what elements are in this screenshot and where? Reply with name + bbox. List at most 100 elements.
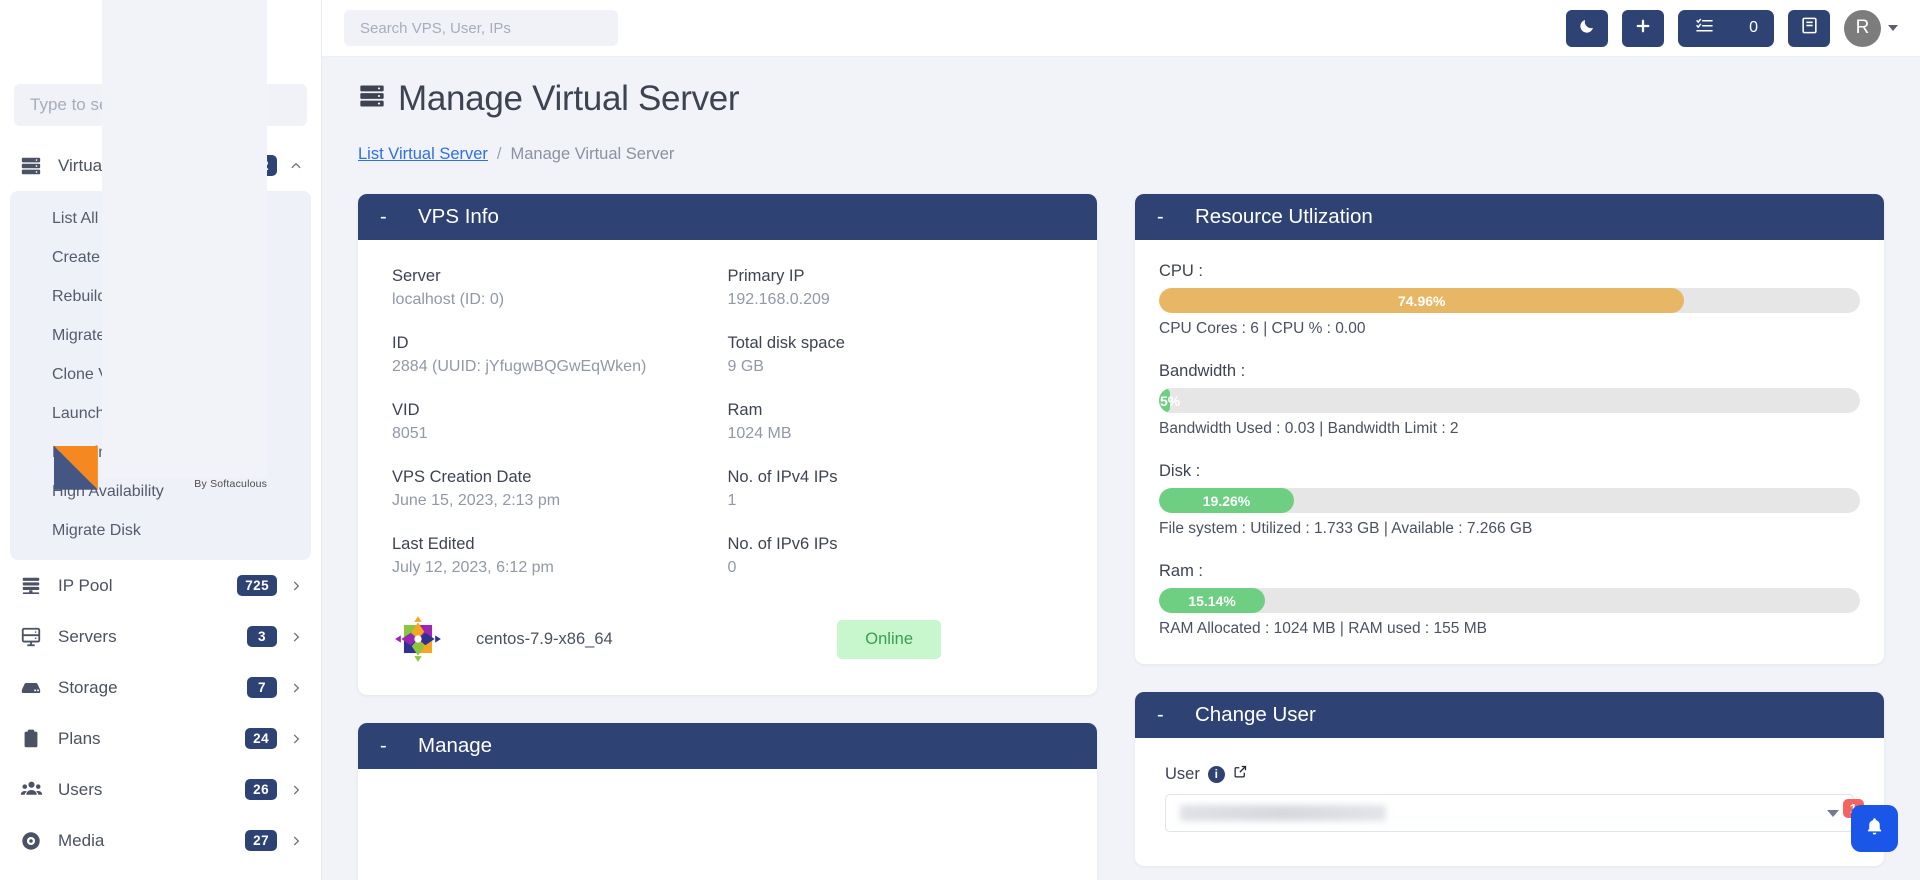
bandwidth-progress-bar: 1.5% (1159, 388, 1860, 413)
info-value: 9 GB (727, 358, 764, 375)
resource-label: Bandwidth : (1159, 362, 1246, 380)
change-user-card: - Change User User i (1135, 692, 1884, 866)
change-user-card-body: User i (1135, 738, 1884, 866)
docs-button[interactable] (1788, 9, 1830, 47)
sidebar-badge: 24 (245, 728, 277, 749)
chevron-right-icon[interactable] (289, 681, 303, 695)
info-field-primary-ip: Primary IP 192.168.0.209 (728, 267, 1064, 309)
sidebar-item-servers[interactable]: Servers 3 (0, 611, 321, 662)
search-input[interactable] (344, 10, 618, 46)
chevron-right-icon[interactable] (289, 834, 303, 848)
chevron-right-icon[interactable] (289, 783, 303, 797)
dark-mode-toggle-button[interactable] (1566, 9, 1609, 47)
main-area: 0 R (322, 0, 1920, 880)
cpu-progress-fill: 74.96% (1159, 288, 1685, 313)
info-field-ipv4-count: No. of IPv4 IPs 1 (728, 468, 1064, 510)
collapse-toggle-icon[interactable]: - (380, 735, 392, 758)
info-value: 8051 (392, 425, 428, 442)
collapse-toggle-icon[interactable]: - (380, 206, 392, 229)
card-title: Change User (1195, 703, 1316, 726)
info-field-id: ID 2884 (UUID: jYfugwBQGwEqWken) (392, 334, 728, 376)
brand-logo[interactable]: virtualizor By Softaculous (0, 0, 321, 490)
sidebar-item-ip-pool[interactable]: IP Pool 725 (0, 560, 321, 611)
cpu-progress-bar: 74.96% (1159, 288, 1860, 313)
chevron-up-icon[interactable] (289, 159, 303, 173)
resource-meta: CPU Cores : 6 | CPU % : 0.00 (1159, 320, 1366, 337)
os-row: centos-7.9-x86_64 Online (392, 613, 1063, 665)
moon-icon (1578, 17, 1596, 40)
virtualizor-logo-icon (53, 445, 98, 490)
info-key: Primary IP (727, 267, 805, 285)
sidebar-subitem-migrate-disk[interactable]: Migrate Disk (10, 511, 311, 550)
user-label-text: User (1165, 764, 1200, 783)
servers-icon (20, 626, 50, 648)
avatar: R (1844, 9, 1881, 47)
app-root: virtualizor By Softaculous Virtual Serve… (0, 0, 1920, 880)
sidebar-item-media[interactable]: Media 27 (0, 815, 321, 866)
breadcrumb: List Virtual Server / Manage Virtual Ser… (358, 145, 1920, 164)
sidebar-badge: 3 (247, 626, 277, 647)
topbar: 0 R (322, 0, 1920, 57)
external-link-icon[interactable] (1233, 764, 1248, 784)
breadcrumb-current: Manage Virtual Server (510, 145, 675, 163)
sidebar-item-plans[interactable]: Plans 24 (0, 713, 321, 764)
user-select[interactable] (1165, 794, 1854, 832)
manage-card: - Manage (358, 723, 1097, 880)
sidebar-item-label: Plans (58, 728, 101, 748)
page-header: Manage Virtual Server (322, 57, 1920, 119)
info-value: 0 (727, 559, 737, 576)
clipboard-icon (20, 728, 50, 750)
info-field-server: Server localhost (ID: 0) (392, 267, 728, 309)
chevron-right-icon[interactable] (289, 630, 303, 644)
info-value: 1 (727, 492, 737, 509)
sidebar-item-label: Servers (58, 626, 117, 646)
collapse-toggle-icon[interactable]: - (1157, 704, 1169, 727)
resource-block-cpu: CPU : 74.96% CPU Cores : 6 | CPU % : 0.0… (1159, 262, 1860, 338)
resource-meta: File system : Utilized : 1.733 GB | Avai… (1159, 520, 1533, 537)
resource-block-ram: Ram : 15.14% RAM Allocated : 1024 MB | R… (1159, 562, 1860, 638)
right-column: - Resource Utlization CPU : 74.96% CPU C… (1135, 194, 1884, 880)
sidebar-badge: 7 (247, 677, 277, 698)
tasks-button[interactable]: 0 (1678, 9, 1774, 47)
info-value: 2884 (UUID: jYfugwBQGwEqWken) (392, 358, 647, 375)
sidebar-item-users[interactable]: Users 26 (0, 764, 321, 815)
info-field-last-edited: Last Edited July 12, 2023, 6:12 pm (392, 535, 728, 577)
resource-meta: Bandwidth Used : 0.03 | Bandwidth Limit … (1159, 420, 1459, 437)
info-field-ipv6-count: No. of IPv6 IPs 0 (728, 535, 1064, 577)
info-key: Last Edited (392, 535, 475, 553)
manage-card-body (358, 769, 1097, 880)
info-value: 1024 MB (727, 425, 792, 442)
breadcrumb-separator: / (496, 145, 502, 163)
server-stack-icon (20, 155, 50, 177)
collapse-toggle-icon[interactable]: - (1157, 206, 1169, 229)
page-title: Manage Virtual Server (358, 79, 1884, 119)
chevron-right-icon[interactable] (289, 732, 303, 746)
ip-pool-icon (20, 575, 50, 597)
left-column: - VPS Info Server localhost (ID: 0) Prim… (358, 194, 1097, 880)
info-field-total-disk-space: Total disk space 9 GB (728, 334, 1064, 376)
sidebar-item-recipes[interactable]: Recipes 8 (0, 866, 321, 880)
resource-utilization-card: - Resource Utlization CPU : 74.96% CPU C… (1135, 194, 1884, 664)
disc-icon (20, 830, 50, 852)
breadcrumb-link-list-virtual-server[interactable]: List Virtual Server (358, 145, 488, 164)
vps-info-grid: Server localhost (ID: 0) Primary IP 192.… (392, 267, 1063, 577)
manage-card-header: - Manage (358, 723, 1097, 769)
sidebar-item-label: Storage (58, 677, 118, 697)
chevron-right-icon[interactable] (289, 579, 303, 593)
resource-block-disk: Disk : 19.26% File system : Utilized : 1… (1159, 462, 1860, 538)
content-columns: - VPS Info Server localhost (ID: 0) Prim… (322, 164, 1920, 880)
user-select-value (1180, 805, 1386, 821)
add-button[interactable] (1622, 9, 1665, 47)
info-key: No. of IPv4 IPs (727, 468, 838, 486)
disk-progress-bar: 19.26% (1159, 488, 1860, 513)
resource-label: CPU : (1159, 262, 1204, 280)
sidebar-item-storage[interactable]: Storage 7 (0, 662, 321, 713)
topbar-actions: 0 R (1566, 9, 1898, 47)
notification-button[interactable] (1851, 805, 1898, 852)
task-list-icon (1694, 17, 1715, 40)
user-menu[interactable]: R (1844, 9, 1898, 47)
user-field-label: User i (1165, 764, 1854, 784)
vps-info-card: - VPS Info Server localhost (ID: 0) Prim… (358, 194, 1097, 695)
info-icon[interactable]: i (1207, 765, 1225, 783)
brand-name: virtualizor (101, 0, 268, 479)
